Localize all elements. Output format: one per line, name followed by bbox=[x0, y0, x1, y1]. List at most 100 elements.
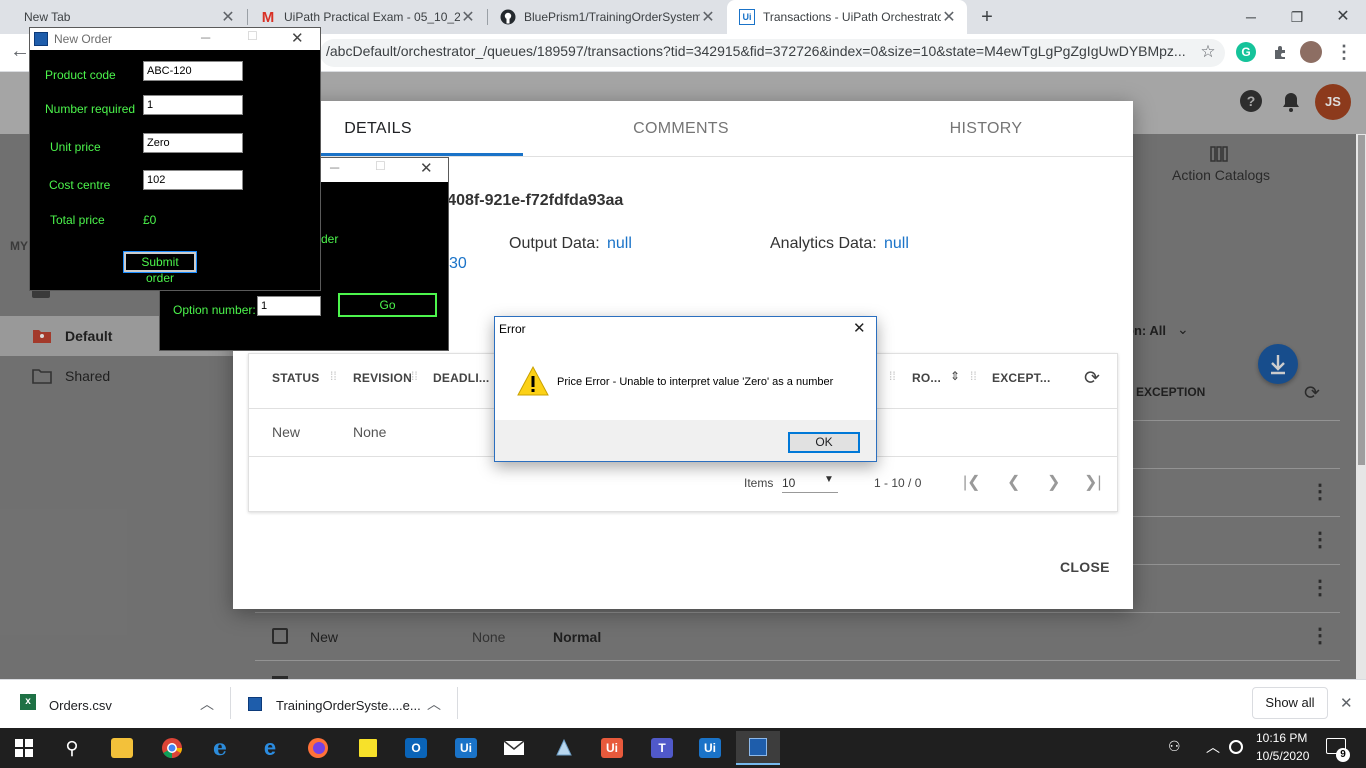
go-button[interactable]: Go bbox=[338, 293, 437, 317]
new-tab-button[interactable]: + bbox=[976, 4, 998, 30]
analytics-data-value[interactable]: null bbox=[884, 235, 909, 253]
sort-icon[interactable]: ⇕ bbox=[950, 369, 960, 383]
edge-icon[interactable]: e bbox=[248, 731, 292, 765]
partial-link-value[interactable]: 30 bbox=[449, 255, 467, 273]
download-item-name[interactable]: Orders.csv bbox=[49, 698, 112, 713]
unit-price-input[interactable]: Zero bbox=[143, 133, 243, 153]
download-item-name[interactable]: TrainingOrderSyste....e... bbox=[276, 698, 421, 713]
chevron-up-icon[interactable]: ︿ bbox=[427, 694, 441, 714]
new-order-app-icon[interactable] bbox=[736, 731, 780, 765]
grammarly-icon[interactable]: G bbox=[1236, 42, 1256, 62]
minimize-button[interactable]: ─ bbox=[330, 160, 339, 175]
drag-handle-icon[interactable]: ⁞⁞ bbox=[330, 369, 337, 383]
profile-avatar[interactable] bbox=[1300, 41, 1322, 63]
submit-order-button[interactable]: Submit order bbox=[123, 251, 197, 285]
blue-prism-icon[interactable] bbox=[542, 731, 586, 765]
column-header-exception[interactable]: EXCEPT... bbox=[992, 371, 1050, 385]
url-text[interactable]: /abcDefault/orchestrator_/queues/189597/… bbox=[326, 43, 1186, 59]
scrollbar-thumb[interactable] bbox=[1358, 135, 1365, 465]
drag-handle-icon[interactable]: ⁞⁞ bbox=[889, 369, 896, 383]
tab-comments[interactable]: COMMENTS bbox=[536, 101, 826, 156]
close-icon[interactable]: ✕ bbox=[1340, 694, 1353, 712]
drag-handle-icon[interactable]: ⁞⁞ bbox=[970, 369, 977, 383]
next-page-icon[interactable]: ❯ bbox=[1047, 472, 1060, 492]
option-number-input[interactable]: 1 bbox=[257, 296, 321, 316]
ok-button[interactable]: OK bbox=[788, 432, 860, 453]
network-icon[interactable] bbox=[1229, 740, 1243, 754]
back-arrow-icon[interactable]: ← bbox=[10, 40, 30, 63]
sidebar-item-shared[interactable]: Shared bbox=[0, 356, 235, 396]
close-window-button[interactable]: ✕ bbox=[420, 159, 433, 177]
restore-button[interactable]: ❐ bbox=[1274, 4, 1320, 30]
column-header-status[interactable]: STATUS bbox=[272, 371, 319, 385]
close-icon[interactable]: ✕ bbox=[220, 7, 236, 27]
output-data-value[interactable]: null bbox=[607, 235, 632, 253]
exception-column-header[interactable]: EXCEPTION bbox=[1136, 385, 1205, 399]
close-button[interactable]: CLOSE bbox=[1060, 559, 1110, 575]
tab-orchestrator[interactable]: Ui Transactions - UiPath Orchestrato ✕ bbox=[727, 0, 967, 34]
help-icon[interactable]: ? bbox=[1240, 90, 1262, 112]
grid-row-revision: None bbox=[353, 424, 387, 440]
clock-date[interactable]: 10/5/2020 bbox=[1256, 749, 1309, 763]
minimize-button[interactable]: ─ bbox=[1228, 4, 1274, 30]
row-menu-icon[interactable]: ⋮ bbox=[1310, 516, 1330, 564]
chevron-up-icon[interactable]: ︿ bbox=[200, 694, 214, 714]
uipath-robot-icon[interactable]: Ui bbox=[688, 731, 732, 765]
previous-page-icon[interactable]: ❮ bbox=[1007, 472, 1020, 492]
row-menu-icon[interactable]: ⋮ bbox=[1310, 564, 1330, 612]
search-icon[interactable]: ⚲ bbox=[50, 731, 94, 765]
row-menu-icon[interactable]: ⋮ bbox=[1310, 468, 1330, 516]
outlook-icon[interactable]: O bbox=[394, 731, 438, 765]
action-catalogs-link[interactable]: Action Catalogs bbox=[1172, 167, 1270, 183]
close-window-button[interactable]: ✕ bbox=[853, 319, 866, 337]
avatar[interactable]: JS bbox=[1315, 84, 1351, 120]
cost-centre-input[interactable]: 102 bbox=[143, 170, 243, 190]
items-per-page-select[interactable]: 10 ▼ bbox=[782, 469, 838, 493]
close-window-button[interactable]: ✕ bbox=[291, 29, 304, 47]
people-icon[interactable]: ⚇ bbox=[1168, 738, 1181, 755]
close-icon[interactable]: ✕ bbox=[700, 7, 716, 27]
sticky-notes-icon[interactable] bbox=[346, 731, 390, 765]
start-button[interactable] bbox=[2, 731, 46, 765]
column-header-robot[interactable]: RO... bbox=[912, 371, 941, 385]
star-icon[interactable]: ☆ bbox=[1196, 40, 1220, 64]
maximize-button: ☐ bbox=[375, 159, 386, 173]
file-explorer-icon[interactable] bbox=[100, 731, 144, 765]
show-all-button[interactable]: Show all bbox=[1252, 687, 1328, 719]
tab-history[interactable]: HISTORY bbox=[841, 101, 1131, 156]
refresh-icon[interactable]: ⟳ bbox=[1304, 382, 1320, 405]
chrome-icon[interactable] bbox=[150, 731, 194, 765]
github-icon bbox=[500, 9, 516, 25]
minimize-button[interactable]: ─ bbox=[201, 30, 210, 45]
first-page-icon[interactable]: |❮ bbox=[963, 472, 981, 492]
drag-handle-icon[interactable]: ⁞⁞ bbox=[411, 369, 418, 383]
close-icon[interactable]: ✕ bbox=[460, 7, 476, 27]
product-code-label: Product code bbox=[45, 68, 116, 82]
notification-bell-icon[interactable] bbox=[1282, 92, 1300, 115]
close-icon[interactable]: ✕ bbox=[941, 7, 957, 27]
internet-explorer-icon[interactable]: e bbox=[198, 731, 242, 765]
mail-icon[interactable] bbox=[492, 731, 536, 765]
clock-time[interactable]: 10:16 PM bbox=[1256, 731, 1307, 745]
app-icon bbox=[34, 32, 48, 46]
chevron-down-icon[interactable]: ⌄ bbox=[1177, 321, 1189, 338]
download-button[interactable] bbox=[1258, 344, 1298, 384]
last-page-icon[interactable]: ❯| bbox=[1084, 472, 1102, 492]
number-required-input[interactable]: 1 bbox=[143, 95, 243, 115]
windows-logo-icon bbox=[15, 739, 33, 757]
uipath-studio-icon[interactable]: Ui bbox=[444, 731, 488, 765]
row-menu-icon[interactable]: ⋮ bbox=[1310, 612, 1330, 660]
close-window-button[interactable]: ✕ bbox=[1320, 4, 1366, 30]
column-header-revision[interactable]: REVISION bbox=[353, 371, 412, 385]
firefox-icon[interactable] bbox=[296, 731, 340, 765]
product-code-input[interactable]: ABC-120 bbox=[143, 61, 243, 81]
chevron-up-icon[interactable]: ︿ bbox=[1206, 737, 1220, 757]
refresh-icon[interactable]: ⟳ bbox=[1084, 367, 1100, 390]
row-checkbox[interactable] bbox=[272, 628, 288, 644]
column-header-deadline[interactable]: DEADLI... bbox=[433, 371, 489, 385]
menu-icon[interactable]: ⋮ bbox=[1332, 40, 1356, 64]
uipath-assistant-icon[interactable]: Ui bbox=[590, 731, 634, 765]
teams-icon[interactable]: T bbox=[640, 731, 684, 765]
extensions-icon[interactable] bbox=[1268, 40, 1292, 64]
tab-github[interactable]: BluePrism1/TrainingOrderSystem ✕ bbox=[488, 0, 726, 34]
